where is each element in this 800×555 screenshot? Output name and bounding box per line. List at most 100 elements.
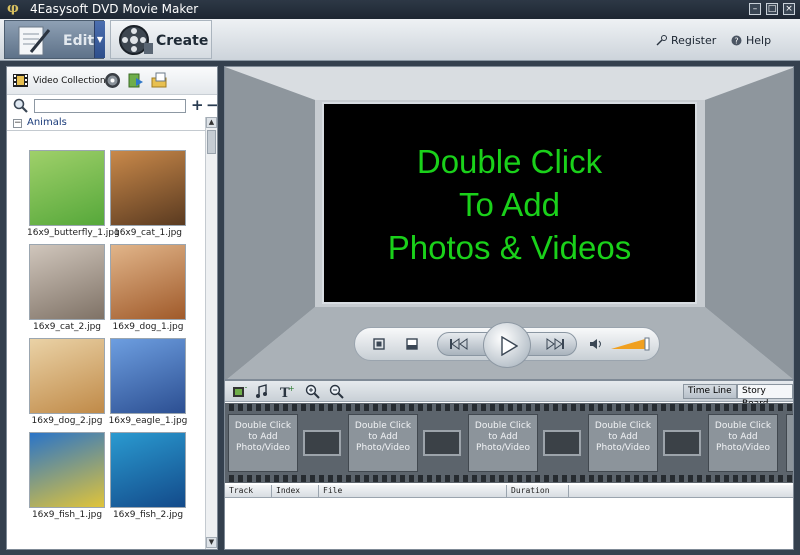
volume-slider[interactable] [611, 337, 651, 351]
thumbnail-image [29, 244, 105, 320]
skip-back-icon[interactable] [450, 338, 468, 350]
app-logo-icon: φ [7, 1, 19, 16]
zoom-in-icon[interactable] [305, 384, 320, 399]
thumbnail-caption: 16x9_dog_1.jpg [112, 322, 184, 332]
slot-text: Photo/Video [356, 443, 410, 453]
storyboard-slot[interactable]: Double Click to Add Photo/Video [708, 414, 778, 472]
slot-text: Photo/Video [716, 443, 770, 453]
preview-screen[interactable]: Double Click To Add Photos & Videos [322, 102, 697, 304]
tab-storyboard[interactable]: Story Board [737, 384, 793, 409]
collapse-icon[interactable]: − [13, 119, 22, 128]
slot-text: Photo/Video [476, 443, 530, 453]
column-duration[interactable]: Duration [507, 485, 569, 498]
thumbnail-image [29, 150, 105, 226]
skip-forward-icon[interactable] [546, 338, 564, 350]
media-thumbnail[interactable]: 16x9_cat_2.jpg [27, 244, 107, 332]
tree-category-animals[interactable]: − Animals [7, 117, 205, 131]
collection-scrollbar[interactable]: ▲ ▼ [205, 117, 217, 549]
minimize-button[interactable]: – [749, 3, 761, 15]
preview-panel: Double Click To Add Photos & Videos [224, 66, 794, 380]
thumbnail-caption: 16x9_butterfly_1.jpg [27, 228, 120, 238]
preview-message-line-1: Double Click [416, 143, 603, 180]
slot-text: Double Click [234, 421, 292, 431]
preview-message-line-3: Photos & Videos [387, 229, 632, 266]
svg-text:+: + [244, 384, 247, 392]
remove-collection-button[interactable]: − [206, 96, 219, 114]
add-music-icon[interactable] [255, 384, 270, 399]
slot-text: Double Click [714, 421, 772, 431]
search-input[interactable] [34, 99, 186, 113]
column-file[interactable]: File [319, 485, 507, 498]
close-button[interactable]: × [783, 3, 795, 15]
transition-slot[interactable] [303, 430, 341, 456]
transition-slot[interactable] [543, 430, 581, 456]
tab-timeline[interactable]: Time Line [683, 384, 737, 399]
media-thumbnail[interactable]: 16x9_dog_1.jpg [108, 244, 188, 332]
media-thumbnail[interactable]: 16x9_cat_1.jpg [108, 150, 188, 238]
slot-text: to Add [608, 432, 638, 442]
slot-text: to Add [368, 432, 398, 442]
thumbnail-image [29, 432, 105, 508]
slot-text: Double Click [474, 421, 532, 431]
key-icon [656, 35, 667, 46]
thumbnail-image [110, 432, 186, 508]
zoom-out-icon[interactable] [329, 384, 344, 399]
create-label: Create [156, 33, 209, 49]
playback-controls [354, 322, 660, 368]
add-collection-button[interactable]: + [191, 96, 204, 114]
storyboard-slot-partial[interactable] [786, 414, 793, 472]
help-link[interactable]: ? Help [731, 34, 771, 47]
column-index[interactable]: Index [272, 485, 319, 498]
import-media-icon[interactable] [127, 72, 144, 89]
edit-button[interactable]: Edit [4, 20, 104, 59]
edit-dropdown-button[interactable]: ▼ [94, 21, 105, 58]
register-link[interactable]: Register [656, 34, 716, 47]
play-icon [501, 336, 518, 356]
slot-text: Double Click [354, 421, 412, 431]
storyboard-slot[interactable]: Double Click to Add Photo/Video [588, 414, 658, 472]
snapshot-icon[interactable] [405, 337, 419, 351]
export-folder-icon[interactable] [151, 72, 168, 89]
transition-slot[interactable] [663, 430, 701, 456]
help-icon: ? [731, 35, 742, 46]
thumbnail-image [110, 150, 186, 226]
media-thumbnail[interactable]: 16x9_dog_2.jpg [27, 338, 107, 426]
scroll-down-icon[interactable]: ▼ [206, 537, 217, 548]
add-text-icon[interactable]: T+ [279, 384, 294, 399]
film-perforations-top [225, 404, 793, 411]
media-thumbnail[interactable]: 16x9_fish_1.jpg [27, 432, 107, 520]
scroll-up-icon[interactable]: ▲ [206, 117, 217, 128]
add-clip-icon[interactable]: + [232, 384, 247, 399]
help-label: Help [746, 34, 772, 47]
svg-text:+: + [288, 384, 294, 393]
disc-icon[interactable] [104, 72, 121, 89]
storyboard-slot[interactable]: Double Click to Add Photo/Video [348, 414, 418, 472]
storyboard-slot[interactable]: Double Click to Add Photo/Video [468, 414, 538, 472]
slot-text: to Add [728, 432, 758, 442]
scroll-thumb[interactable] [207, 130, 216, 154]
window-title: 4Easysoft DVD Movie Maker [30, 2, 199, 16]
thumbnail-caption: 16x9_cat_2.jpg [32, 322, 101, 332]
search-row: + − [7, 96, 219, 116]
media-thumbnail[interactable]: 16x9_butterfly_1.jpg [27, 150, 120, 238]
volume-icon[interactable] [589, 337, 603, 351]
media-thumbnail[interactable]: 16x9_eagle_1.jpg [108, 338, 188, 426]
storyboard-slot[interactable]: Double Click to Add Photo/Video [228, 414, 298, 472]
thumbnail-caption: 16x9_eagle_1.jpg [108, 416, 188, 426]
title-bar: φ 4Easysoft DVD Movie Maker – □ × [0, 0, 800, 19]
create-button[interactable]: Create [110, 20, 212, 59]
search-icon [13, 98, 28, 113]
film-reel-icon [119, 25, 153, 55]
thumbnail-caption: 16x9_fish_2.jpg [112, 510, 184, 520]
timeline-panel: + T+ Time Line Story Board Double Clickt… [224, 380, 794, 550]
play-button[interactable] [483, 322, 531, 368]
media-thumbnail[interactable]: 16x9_fish_2.jpg [108, 432, 188, 520]
register-label: Register [671, 34, 717, 47]
transition-slot[interactable] [423, 430, 461, 456]
storyboard-filmstrip: Double Click to Add Photo/Video Double Clic… [225, 403, 793, 483]
slot-text: Photo/Video [596, 443, 650, 453]
column-track[interactable]: Track [225, 485, 272, 498]
thumbnail-image [110, 244, 186, 320]
fullscreen-icon[interactable] [372, 337, 386, 351]
maximize-button[interactable]: □ [766, 3, 778, 15]
